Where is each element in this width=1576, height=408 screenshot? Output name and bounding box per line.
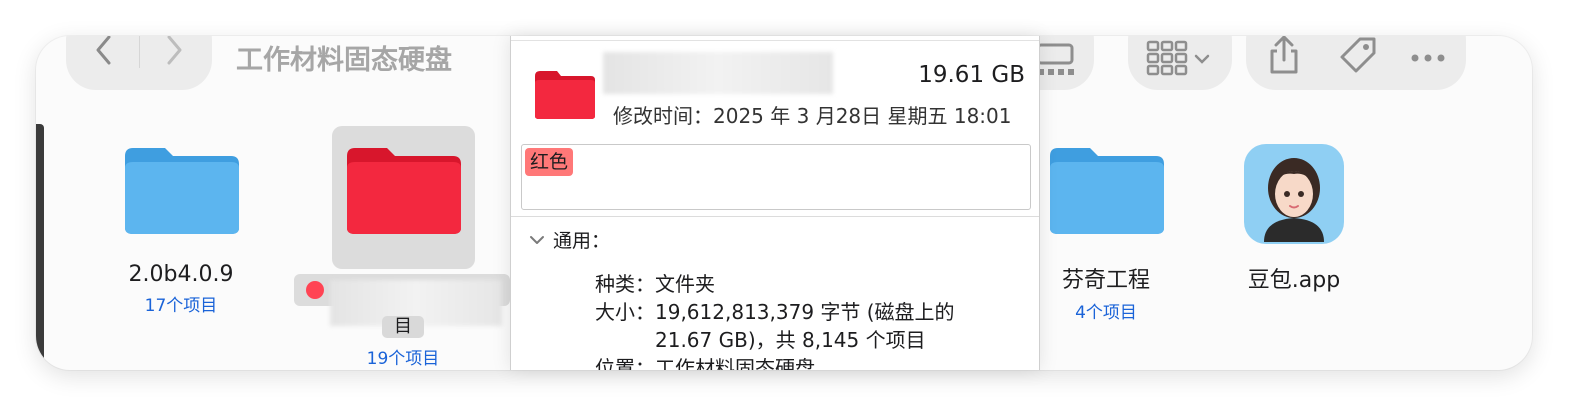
- window-edge: [36, 124, 44, 370]
- tag-icon: [1338, 36, 1378, 79]
- filename-second-line-text: 目: [394, 316, 412, 337]
- more-button[interactable]: [1406, 40, 1450, 74]
- kind-value: 文件夹: [655, 272, 715, 296]
- item-count: 17个项目: [144, 296, 218, 316]
- size-label: 大小：: [595, 300, 655, 324]
- general-section-label: 通用：: [553, 230, 611, 252]
- list-view-icon: [1034, 40, 1078, 80]
- folder-icon: [533, 66, 597, 124]
- navigation-buttons: [66, 36, 212, 90]
- share-icon: [1267, 36, 1301, 80]
- forward-button[interactable]: [146, 36, 202, 72]
- location-label: 位置：: [595, 356, 655, 370]
- share-button[interactable]: [1264, 36, 1304, 80]
- location-value: 工作材料固态硬盘: [655, 356, 815, 370]
- filename-field[interactable]: [294, 274, 510, 326]
- chevron-left-icon: [94, 36, 114, 70]
- tag-button[interactable]: [1336, 36, 1380, 80]
- grid-item-folder[interactable]: 2.0b4.0.9 17个项目: [71, 136, 291, 316]
- item-count: 19个项目: [366, 349, 440, 369]
- folder-icon: [71, 136, 291, 262]
- item-name: 豆包.app: [1247, 268, 1341, 293]
- size-value: 19,612,813,379 字节 (磁盘上的: [655, 300, 955, 324]
- back-button[interactable]: [76, 36, 132, 72]
- grid-item-folder-selected[interactable]: [293, 136, 513, 262]
- app-icon: [1184, 142, 1404, 262]
- size-value-line2: 21.67 GB)，共 8,145 个项目: [655, 328, 926, 352]
- general-section-header[interactable]: 通用：: [529, 226, 610, 253]
- chevron-right-icon: [164, 36, 184, 70]
- grid-view-icon: [1146, 38, 1216, 78]
- folder-icon: [293, 136, 513, 262]
- kind-label: 种类：: [595, 272, 655, 296]
- red-tag-dot: [306, 281, 324, 299]
- info-size: 19.61 GB: [918, 62, 1025, 88]
- action-buttons: [1246, 36, 1466, 90]
- tags-field[interactable]: 红色: [521, 144, 1031, 210]
- chevron-down-icon: [529, 229, 545, 251]
- nav-divider: [139, 36, 140, 68]
- item-name: 2.0b4.0.9: [128, 262, 234, 287]
- ellipsis-icon: [1410, 48, 1446, 67]
- grid-item-app[interactable]: 豆包.app: [1184, 142, 1404, 294]
- get-info-panel: 19.61 GB 修改时间：2025 年 3 月28日 星期五 18:01 红色…: [510, 36, 1040, 370]
- tag-chip-red[interactable]: 红色: [525, 148, 574, 176]
- filename-second-line: 目: [382, 316, 424, 338]
- panel-top-divider: [511, 40, 1039, 41]
- view-options-button[interactable]: [1128, 36, 1232, 90]
- window-title: 工作材料固态硬盘: [236, 45, 452, 76]
- section-divider: [511, 216, 1039, 217]
- redacted-name: [603, 52, 833, 94]
- info-modified: 修改时间：2025 年 3 月28日 星期五 18:01: [613, 104, 1012, 128]
